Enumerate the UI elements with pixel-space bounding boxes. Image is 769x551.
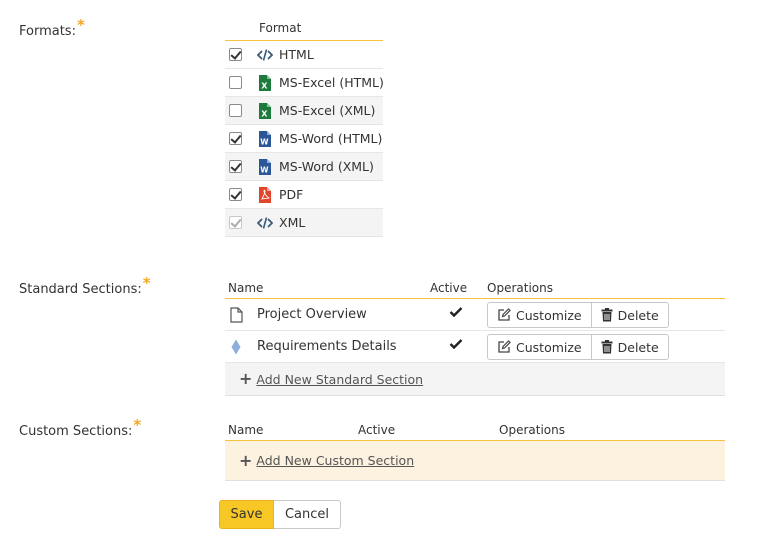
delete-button[interactable]: Delete <box>591 302 669 328</box>
pdf-icon <box>257 186 273 203</box>
word-icon: W <box>257 130 273 147</box>
required-marker: * <box>142 274 151 292</box>
header-active: Active <box>430 281 468 295</box>
check-icon <box>449 338 463 354</box>
edit-icon <box>498 340 511 353</box>
required-marker: * <box>133 416 142 434</box>
delete-label: Delete <box>617 307 659 323</box>
svg-text:X: X <box>261 109 268 118</box>
add-custom-section-row: + Add New Custom Section <box>225 441 725 481</box>
trash-icon <box>601 340 613 354</box>
section-row: Project Overview Customize Delete <box>225 299 725 331</box>
format-checkbox-msexcel-html[interactable] <box>229 76 242 89</box>
format-checkbox-msexcel-xml[interactable] <box>229 104 242 117</box>
format-row-msexcel-html[interactable]: X MS-Excel (HTML) <box>225 69 384 97</box>
format-checkbox-msword-html[interactable] <box>229 132 242 145</box>
code-icon <box>257 215 273 231</box>
format-checkbox-msword-xml[interactable] <box>229 160 242 173</box>
code-icon <box>257 47 273 63</box>
format-row-html[interactable]: HTML <box>225 41 383 69</box>
formats-label-text: Formats: <box>19 24 76 39</box>
delete-label: Delete <box>617 339 659 355</box>
format-checkbox-pdf[interactable] <box>229 188 242 201</box>
format-name: MS-Excel (XML) <box>279 103 376 118</box>
add-standard-section-row: + Add New Standard Section <box>225 363 725 396</box>
section-row: Requirements Details Customize Delete <box>225 331 725 363</box>
header-operations: Operations <box>487 281 553 295</box>
standard-sections-label: Standard Sections:* <box>19 274 151 297</box>
svg-text:W: W <box>260 165 269 174</box>
format-row-xml: XML <box>225 209 383 237</box>
format-row-pdf[interactable]: PDF <box>225 181 383 209</box>
customize-label: Customize <box>516 307 582 323</box>
header-name: Name <box>228 281 264 295</box>
formats-label: Formats:* <box>19 16 85 39</box>
save-button[interactable]: Save <box>219 500 274 529</box>
formats-header: Format <box>225 18 383 41</box>
add-custom-section-link[interactable]: Add New Custom Section <box>256 453 414 468</box>
diamond-icon <box>231 339 241 359</box>
section-name: Requirements Details <box>257 339 397 354</box>
plus-icon: + <box>239 369 253 388</box>
format-name: XML <box>279 215 306 230</box>
excel-icon: X <box>257 102 273 119</box>
word-icon: W <box>257 158 273 175</box>
standard-sections-label-text: Standard Sections: <box>19 282 142 297</box>
plus-icon: + <box>239 450 253 470</box>
svg-text:X: X <box>261 81 268 90</box>
standard-sections-header: Name Active Operations <box>225 278 725 299</box>
header-name: Name <box>228 423 264 437</box>
header-active: Active <box>358 423 396 437</box>
form-actions: Save Cancel <box>219 500 341 529</box>
format-checkbox-xml <box>229 216 242 229</box>
format-row-msword-html[interactable]: W MS-Word (HTML) <box>225 125 383 153</box>
formats-table: Format HTML X MS-Excel (HTML) X MS-Excel… <box>225 18 384 237</box>
format-name: MS-Word (HTML) <box>279 131 383 146</box>
standard-sections-table: Name Active Operations Project Overview … <box>225 278 725 396</box>
format-name: MS-Excel (HTML) <box>279 75 384 90</box>
edit-icon <box>498 308 511 321</box>
excel-icon: X <box>257 74 273 91</box>
header-operations: Operations <box>499 423 565 437</box>
section-name: Project Overview <box>257 307 367 322</box>
custom-sections-label-text: Custom Sections: <box>19 424 133 439</box>
trash-icon <box>601 308 613 322</box>
document-icon <box>230 307 243 327</box>
section-operations: Customize Delete <box>487 334 669 360</box>
cancel-button[interactable]: Cancel <box>274 500 341 529</box>
format-checkbox-html[interactable] <box>229 48 242 61</box>
customize-button[interactable]: Customize <box>487 334 592 360</box>
format-row-msexcel-xml[interactable]: X MS-Excel (XML) <box>225 97 383 125</box>
custom-sections-table: Name Active Operations + Add New Custom … <box>225 420 725 481</box>
required-marker: * <box>76 16 85 34</box>
add-standard-section-link[interactable]: Add New Standard Section <box>256 372 423 387</box>
format-row-msword-xml[interactable]: W MS-Word (XML) <box>225 153 383 181</box>
format-name: MS-Word (XML) <box>279 159 374 174</box>
check-icon <box>449 306 463 322</box>
customize-label: Customize <box>516 339 582 355</box>
format-name: HTML <box>279 47 314 62</box>
custom-sections-label: Custom Sections:* <box>19 416 141 439</box>
customize-button[interactable]: Customize <box>487 302 592 328</box>
section-operations: Customize Delete <box>487 302 669 328</box>
custom-sections-header: Name Active Operations <box>225 420 725 441</box>
delete-button[interactable]: Delete <box>591 334 669 360</box>
svg-text:W: W <box>260 137 269 146</box>
format-name: PDF <box>279 187 304 202</box>
